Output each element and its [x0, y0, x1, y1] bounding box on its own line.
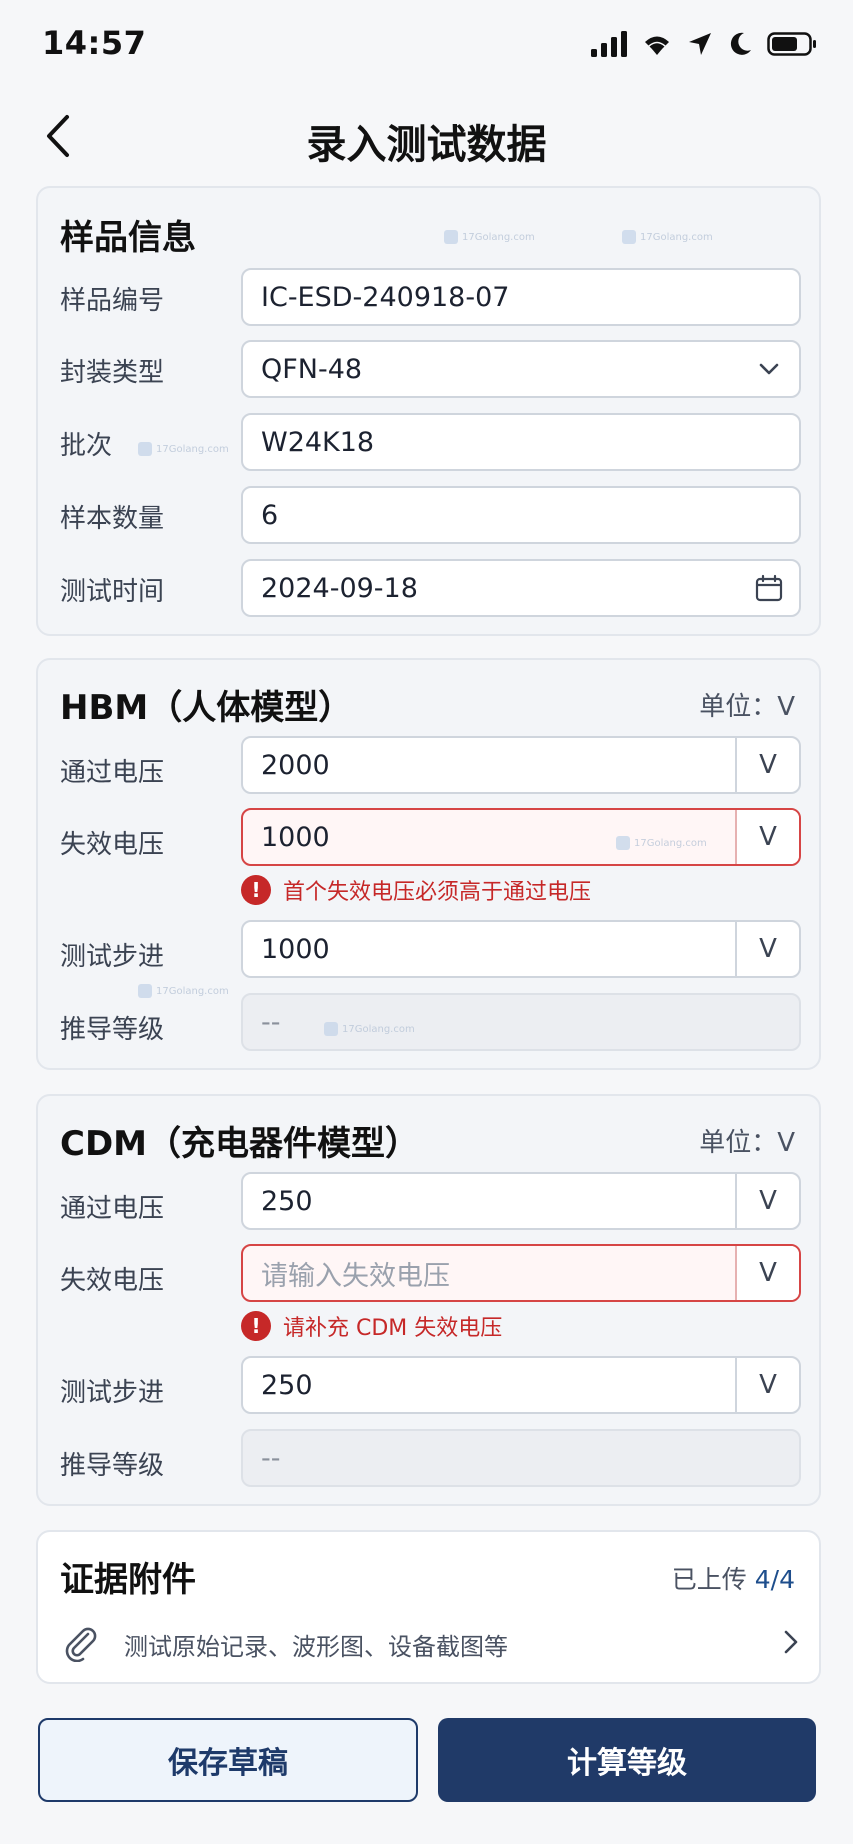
signal-icon	[591, 31, 627, 57]
status-bar: 14:57	[0, 0, 853, 90]
attachment-picker[interactable]: 测试原始记录、波形图、设备截图等	[60, 1614, 799, 1674]
upload-status-label: 已上传	[671, 1565, 747, 1594]
moon-icon	[727, 31, 753, 57]
hbm-card: HBM（人体模型） 单位：V 通过电压 2000 V 失效电压 1000 V 1…	[36, 658, 821, 1070]
watermark-text: 17Golang.com	[640, 231, 713, 243]
watermark-text: 17Golang.com	[156, 985, 229, 997]
sample-qty-value: 6	[261, 499, 279, 531]
sample-id-input[interactable]: IC-ESD-240918-07	[241, 268, 801, 326]
sample-id-value: IC-ESD-240918-07	[261, 281, 510, 313]
cdm-error-text: 请补充 CDM 失效电压	[283, 1316, 503, 1341]
hbm-step-input[interactable]: 1000 V	[241, 920, 801, 978]
hbm-grade-label: 推导等级	[60, 1015, 165, 1045]
cdm-pass-voltage-value: 250	[261, 1185, 313, 1217]
sample-id-label: 样品编号	[60, 286, 165, 316]
status-icons	[591, 26, 817, 62]
unit-suffix: V	[735, 1358, 799, 1412]
calculate-grade-button[interactable]: 计算等级	[438, 1718, 816, 1802]
chevron-right-icon	[783, 1629, 799, 1659]
cdm-fail-voltage-label: 失效电压	[60, 1266, 165, 1296]
unit-suffix: V	[735, 1246, 799, 1300]
upload-status: 已上传 4/4	[672, 1560, 795, 1596]
attachments-card: 证据附件 已上传 4/4 测试原始记录、波形图、设备截图等	[36, 1530, 821, 1684]
test-date-label: 测试时间	[60, 577, 165, 607]
watermark-text: 17Golang.com	[634, 837, 707, 849]
cdm-step-input[interactable]: 250 V	[241, 1356, 801, 1414]
error-icon: !	[241, 875, 271, 905]
test-date-input[interactable]: 2024-09-18	[241, 559, 801, 617]
cdm-pass-voltage-label: 通过电压	[60, 1194, 165, 1224]
cdm-fail-voltage-error: ! 请补充 CDM 失效电压	[241, 1310, 502, 1342]
batch-value: W24K18	[261, 426, 375, 458]
hbm-fail-voltage-input[interactable]: 1000 V	[241, 808, 801, 866]
watermark-logo-icon	[444, 230, 458, 244]
hbm-fail-voltage-error: ! 首个失效电压必须高于通过电压	[241, 874, 591, 906]
unit-suffix: V	[735, 738, 799, 792]
section-title-attachments: 证据附件	[60, 1560, 196, 1600]
hbm-pass-voltage-label: 通过电压	[60, 758, 165, 788]
test-date-value: 2024-09-18	[261, 572, 418, 604]
unit-suffix: V	[735, 1174, 799, 1228]
watermark: 17Golang.com	[444, 230, 535, 244]
cdm-card: CDM（充电器件模型） 单位：V 通过电压 250 V 失效电压 请输入失效电压…	[36, 1094, 821, 1506]
batch-label: 批次	[60, 431, 113, 461]
section-title-hbm: HBM（人体模型）	[60, 688, 353, 728]
hbm-pass-voltage-input[interactable]: 2000 V	[241, 736, 801, 794]
watermark: 17Golang.com	[138, 984, 229, 998]
watermark-logo-icon	[138, 984, 152, 998]
watermark-text: 17Golang.com	[342, 1023, 415, 1035]
page-title: 录入测试数据	[306, 122, 547, 168]
section-title-sample-info: 样品信息	[60, 218, 196, 258]
batch-input[interactable]: W24K18	[241, 413, 801, 471]
error-icon: !	[241, 1311, 271, 1341]
package-type-label: 封装类型	[60, 358, 165, 388]
hbm-error-text: 首个失效电压必须高于通过电压	[283, 880, 592, 905]
cdm-grade-label: 推导等级	[60, 1451, 165, 1481]
unit-suffix: V	[735, 922, 799, 976]
watermark: 17Golang.com	[616, 836, 707, 850]
save-draft-button[interactable]: 保存草稿	[38, 1718, 418, 1802]
unit-suffix: V	[735, 810, 799, 864]
package-type-select[interactable]: QFN-48	[241, 340, 801, 398]
cdm-fail-voltage-input[interactable]: 请输入失效电压 V	[241, 1244, 801, 1302]
cdm-pass-voltage-input[interactable]: 250 V	[241, 1172, 801, 1230]
watermark-logo-icon	[622, 230, 636, 244]
cdm-step-label: 测试步进	[60, 1378, 165, 1408]
status-time: 14:57	[42, 24, 147, 62]
location-arrow-icon	[687, 31, 713, 57]
cdm-grade-output: --	[241, 1429, 801, 1487]
attachment-hint: 测试原始记录、波形图、设备截图等	[124, 1632, 508, 1661]
hbm-step-label: 测试步进	[60, 942, 165, 972]
watermark: 17Golang.com	[324, 1022, 415, 1036]
wifi-icon	[641, 31, 673, 57]
sample-qty-label: 样本数量	[60, 504, 165, 534]
watermark-logo-icon	[324, 1022, 338, 1036]
cdm-fail-voltage-placeholder: 请输入失效电压	[261, 1260, 450, 1292]
watermark: 17Golang.com	[622, 230, 713, 244]
cdm-step-value: 250	[261, 1369, 313, 1401]
hbm-unit-label: 单位：V	[699, 692, 795, 722]
upload-count: 4/4	[754, 1565, 795, 1594]
watermark-logo-icon	[138, 442, 152, 456]
chevron-down-icon	[739, 362, 799, 376]
battery-icon	[767, 31, 817, 57]
watermark: 17Golang.com	[138, 442, 229, 456]
cdm-grade-value: --	[261, 1442, 281, 1474]
watermark-logo-icon	[616, 836, 630, 850]
nav-bar: 录入测试数据	[0, 100, 853, 180]
sample-qty-input[interactable]: 6	[241, 486, 801, 544]
watermark-text: 17Golang.com	[462, 231, 535, 243]
paperclip-icon	[60, 1622, 100, 1666]
hbm-step-value: 1000	[261, 933, 330, 965]
sample-info-card: 样品信息 17Golang.com 17Golang.com 样品编号 IC-E…	[36, 186, 821, 636]
package-type-value: QFN-48	[261, 353, 363, 385]
watermark-text: 17Golang.com	[156, 443, 229, 455]
section-title-cdm: CDM（充电器件模型）	[60, 1124, 420, 1164]
hbm-fail-voltage-label: 失效电压	[60, 830, 165, 860]
cdm-unit-label: 单位：V	[699, 1128, 795, 1158]
hbm-pass-voltage-value: 2000	[261, 749, 330, 781]
calendar-icon[interactable]	[739, 574, 799, 602]
